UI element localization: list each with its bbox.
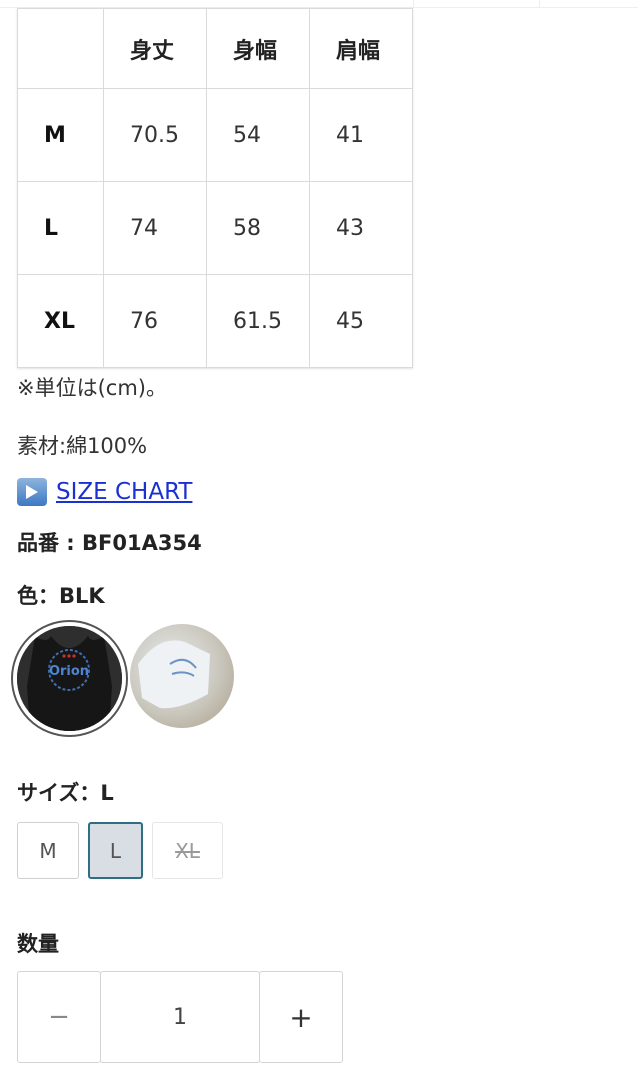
quantity-increase-button[interactable]: + (259, 971, 343, 1063)
size-table-header-length: 身丈 (103, 8, 207, 89)
color-label: 色：BLK (17, 584, 105, 608)
product-detail-page: 身丈 身幅 肩幅 M 70.5 54 41 L 74 58 43 XL 76 6… (0, 0, 638, 1080)
size-table-header-row: 身丈 身幅 肩幅 (17, 8, 413, 89)
shoulder-cell: 43 (309, 181, 413, 275)
length-cell: 70.5 (103, 88, 207, 182)
quantity-input[interactable]: 1 (100, 971, 260, 1063)
size-chart-link-row[interactable]: SIZE CHART (17, 478, 192, 506)
quantity-decrease-button[interactable]: − (17, 971, 101, 1063)
top-divider-tick (413, 0, 414, 8)
top-divider-tick (539, 0, 540, 8)
shoulder-cell: 41 (309, 88, 413, 182)
product-code: 品番 : BF01A354 (17, 531, 202, 555)
table-row: L 74 58 43 (17, 181, 413, 275)
size-label: サイズ：L (17, 781, 114, 805)
size-cell: M (17, 88, 104, 182)
black-tank-top-swatch[interactable]: Orion (17, 626, 122, 731)
length-cell: 76 (103, 274, 207, 368)
quantity-label: 数量 (17, 932, 59, 956)
white-tank-top-swatch[interactable] (130, 624, 234, 728)
size-table-header-shoulder: 肩幅 (309, 8, 413, 89)
size-table-header-empty (17, 8, 104, 89)
width-cell: 58 (206, 181, 310, 275)
size-cell: XL (17, 274, 104, 368)
size-table-header-width: 身幅 (206, 8, 310, 89)
width-cell: 61.5 (206, 274, 310, 368)
play-button-icon (17, 478, 47, 506)
size-cell: L (17, 181, 104, 275)
size-table: 身丈 身幅 肩幅 M 70.5 54 41 L 74 58 43 XL 76 6… (17, 8, 413, 368)
table-row: M 70.5 54 41 (17, 88, 413, 182)
tank-top-icon: Orion (17, 626, 122, 731)
size-option-xl[interactable]: XL (152, 822, 223, 879)
shoulder-cell: 45 (309, 274, 413, 368)
table-row: XL 76 61.5 45 (17, 274, 413, 368)
length-cell: 74 (103, 181, 207, 275)
svg-text:Orion: Orion (49, 664, 89, 679)
size-option-m[interactable]: M (17, 822, 79, 879)
width-cell: 54 (206, 88, 310, 182)
size-chart-link[interactable]: SIZE CHART (56, 479, 192, 505)
tank-top-icon (138, 640, 210, 709)
size-option-l[interactable]: L (88, 822, 143, 879)
unit-note: ※単位は(cm)。 (17, 376, 167, 400)
material-text: 素材:綿100% (17, 434, 148, 458)
